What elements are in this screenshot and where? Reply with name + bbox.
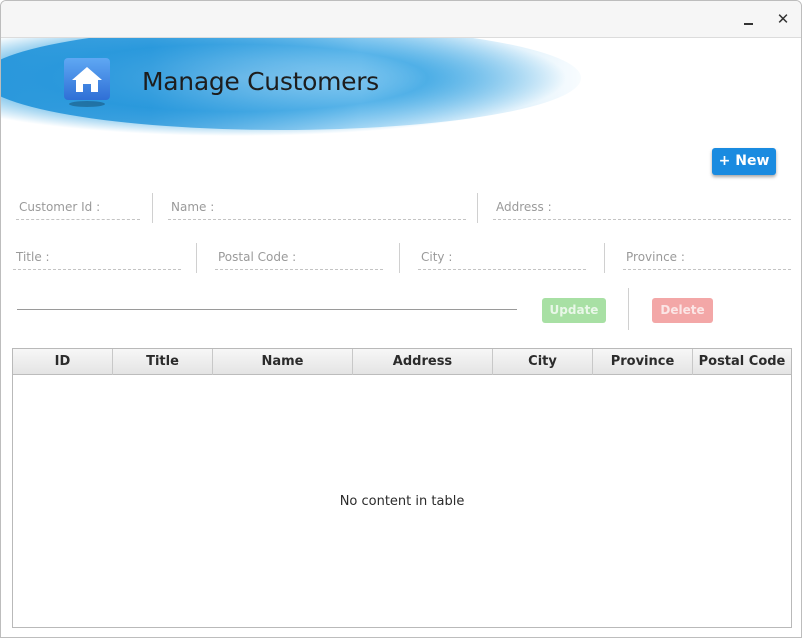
city-placeholder: City : xyxy=(421,250,453,264)
column-header-name[interactable]: Name xyxy=(213,349,353,375)
name-field[interactable]: Name : xyxy=(168,194,466,220)
address-placeholder: Address : xyxy=(496,200,552,214)
customer-id-placeholder: Customer Id : xyxy=(19,200,101,214)
divider xyxy=(628,288,629,330)
city-field[interactable]: City : xyxy=(418,244,586,270)
province-placeholder: Province : xyxy=(626,250,685,264)
customers-table[interactable]: ID Title Name Address City Province Post… xyxy=(12,348,792,628)
column-header-postal-code[interactable]: Postal Code xyxy=(693,349,791,375)
postal-code-field[interactable]: Postal Code : xyxy=(215,244,383,270)
new-customer-button[interactable]: + New xyxy=(712,148,776,175)
divider xyxy=(477,193,478,223)
customer-id-field[interactable]: Customer Id : xyxy=(16,194,140,220)
column-header-province[interactable]: Province xyxy=(593,349,693,375)
title-placeholder: Title : xyxy=(16,250,50,264)
page-title: Manage Customers xyxy=(142,67,379,96)
table-header: ID Title Name Address City Province Post… xyxy=(13,349,791,375)
minimize-button[interactable] xyxy=(739,9,759,29)
column-header-address[interactable]: Address xyxy=(353,349,493,375)
title-field[interactable]: Title : xyxy=(13,244,181,270)
close-icon: ✕ xyxy=(776,10,790,28)
province-field[interactable]: Province : xyxy=(623,244,791,270)
home-icon xyxy=(64,58,110,107)
divider xyxy=(399,243,400,273)
empty-table-message: No content in table xyxy=(339,494,465,509)
postal-code-placeholder: Postal Code : xyxy=(218,250,297,264)
column-header-city[interactable]: City xyxy=(493,349,593,375)
minimize-icon xyxy=(744,23,753,25)
column-header-id[interactable]: ID xyxy=(13,349,113,375)
update-button[interactable]: Update xyxy=(542,298,606,323)
name-placeholder: Name : xyxy=(171,200,215,214)
app-window: ✕ Manage Customers + New Customer Id : N… xyxy=(0,0,802,638)
close-button[interactable]: ✕ xyxy=(773,9,793,29)
delete-button[interactable]: Delete xyxy=(652,298,713,323)
address-field[interactable]: Address : xyxy=(493,194,791,220)
search-input[interactable] xyxy=(17,309,517,310)
title-bar: ✕ xyxy=(1,1,801,38)
divider xyxy=(152,193,153,223)
divider xyxy=(196,243,197,273)
divider xyxy=(604,243,605,273)
column-header-title[interactable]: Title xyxy=(113,349,213,375)
